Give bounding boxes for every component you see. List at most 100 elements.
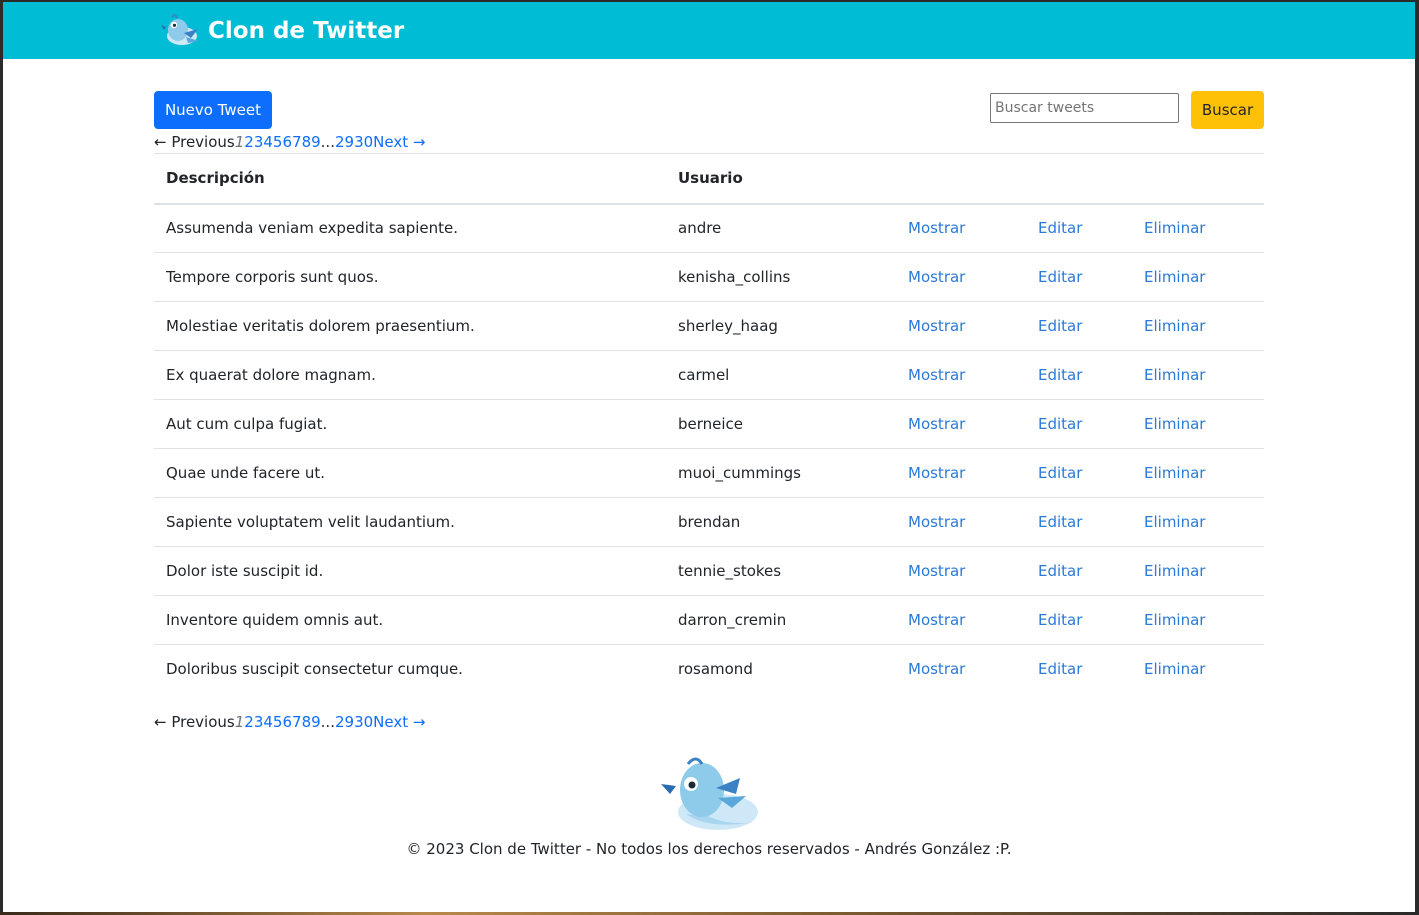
pagination-page-link[interactable]: 29 — [335, 133, 354, 151]
pagination-prev: ← Previous — [154, 713, 235, 731]
action-cell: Mostrar — [896, 350, 1026, 400]
delete-link[interactable]: Eliminar — [1144, 366, 1205, 384]
pagination-page-link[interactable]: 30 — [354, 133, 373, 151]
tweet-user-cell: brendan — [666, 497, 896, 547]
delete-link[interactable]: Eliminar — [1144, 268, 1205, 286]
action-cell: Mostrar — [896, 448, 1026, 498]
pagination-page-link[interactable]: 4 — [263, 713, 273, 731]
brand-link[interactable]: Clon de Twitter — [160, 12, 404, 50]
pagination-page-link[interactable]: 30 — [354, 713, 373, 731]
pagination-current-page: 1 — [234, 713, 245, 731]
pagination-page-link[interactable]: 3 — [254, 713, 264, 731]
action-cell: Mostrar — [896, 203, 1026, 253]
action-cell: Eliminar — [1132, 252, 1264, 302]
pagination-page-link[interactable]: 4 — [263, 133, 273, 151]
table-row: Dolor iste suscipit id. tennie_stokes Most… — [154, 546, 1264, 596]
show-link[interactable]: Mostrar — [908, 317, 965, 335]
edit-link[interactable]: Editar — [1038, 611, 1082, 629]
delete-link[interactable]: Eliminar — [1144, 513, 1205, 531]
action-cell: Eliminar — [1132, 595, 1264, 645]
delete-link[interactable]: Eliminar — [1144, 660, 1205, 678]
action-cell: Mostrar — [896, 301, 1026, 351]
action-cell: Editar — [1026, 399, 1132, 449]
action-cell: Editar — [1026, 350, 1132, 400]
pagination-next[interactable]: Next → — [373, 713, 425, 731]
tweet-description-cell: Tempore corporis sunt quos. — [154, 252, 666, 302]
action-cell: Editar — [1026, 301, 1132, 351]
pagination-page-link[interactable]: 7 — [292, 713, 302, 731]
delete-link[interactable]: Eliminar — [1144, 464, 1205, 482]
pagination-page-link[interactable]: 8 — [302, 133, 312, 151]
navbar: Clon de Twitter — [3, 2, 1415, 59]
action-cell: Editar — [1026, 252, 1132, 302]
pagination-current-page: 1 — [234, 133, 245, 151]
action-cell: Eliminar — [1132, 301, 1264, 351]
tweet-user-cell: carmel — [666, 350, 896, 400]
delete-link[interactable]: Eliminar — [1144, 562, 1205, 580]
action-cell: Eliminar — [1132, 350, 1264, 400]
tweet-user-cell: sherley_haag — [666, 301, 896, 351]
show-link[interactable]: Mostrar — [908, 464, 965, 482]
pagination-prev: ← Previous — [154, 133, 235, 151]
search-input[interactable] — [990, 93, 1179, 123]
pagination-page-link[interactable]: 2 — [244, 133, 254, 151]
show-link[interactable]: Mostrar — [908, 219, 965, 237]
column-header-user: Usuario — [666, 153, 896, 205]
action-cell: Editar — [1026, 645, 1132, 694]
edit-link[interactable]: Editar — [1038, 366, 1082, 384]
tweet-user-cell: darron_cremin — [666, 595, 896, 645]
action-cell: Editar — [1026, 546, 1132, 596]
brand-title: Clon de Twitter — [208, 18, 405, 44]
action-cell: Mostrar — [896, 645, 1026, 694]
table-row: Sapiente voluptatem velit laudantium. bre… — [154, 497, 1264, 547]
action-cell: Eliminar — [1132, 546, 1264, 596]
bird-logo-icon — [161, 14, 199, 45]
delete-link[interactable]: Eliminar — [1144, 611, 1205, 629]
show-link[interactable]: Mostrar — [908, 366, 965, 384]
delete-link[interactable]: Eliminar — [1144, 317, 1205, 335]
search-button[interactable]: Buscar — [1191, 91, 1264, 129]
edit-link[interactable]: Editar — [1038, 219, 1082, 237]
footer-copyright: © 2023 Clon de Twitter - No todos los de… — [406, 840, 1012, 858]
action-cell: Eliminar — [1132, 203, 1264, 253]
pagination-page-link[interactable]: 9 — [311, 713, 321, 731]
tweet-description-cell: Ex quaerat dolore magnam. — [154, 350, 666, 400]
table-row: Quae unde facere ut. muoi_cummings Mostrar… — [154, 448, 1264, 498]
pagination-page-link[interactable]: 2 — [244, 713, 254, 731]
show-link[interactable]: Mostrar — [908, 660, 965, 678]
edit-link[interactable]: Editar — [1038, 562, 1082, 580]
edit-link[interactable]: Editar — [1038, 464, 1082, 482]
pagination-page-link[interactable]: 6 — [282, 713, 292, 731]
tweet-description-cell: Aut cum culpa fugiat. — [154, 399, 666, 449]
pagination-page-link[interactable]: 5 — [273, 133, 283, 151]
tweet-user-cell: kenisha_collins — [666, 252, 896, 302]
show-link[interactable]: Mostrar — [908, 611, 965, 629]
pagination-page-link[interactable]: 8 — [302, 713, 312, 731]
action-cell: Editar — [1026, 448, 1132, 498]
edit-link[interactable]: Editar — [1038, 513, 1082, 531]
show-link[interactable]: Mostrar — [908, 513, 965, 531]
show-link[interactable]: Mostrar — [908, 415, 965, 433]
show-link[interactable]: Mostrar — [908, 268, 965, 286]
edit-link[interactable]: Editar — [1038, 415, 1082, 433]
pagination-page-link[interactable]: 5 — [273, 713, 283, 731]
tweet-user-cell: berneice — [666, 399, 896, 449]
table-row: Ex quaerat dolore magnam. carmel Mostrar Ed… — [154, 350, 1264, 400]
edit-link[interactable]: Editar — [1038, 660, 1082, 678]
pagination-next[interactable]: Next → — [373, 133, 425, 151]
delete-link[interactable]: Eliminar — [1144, 219, 1205, 237]
action-cell: Eliminar — [1132, 645, 1264, 694]
pagination-top: ← Previous 1 2 3 4 5 6 7 8 9 ... 29 30 N… — [154, 132, 425, 152]
tweet-description-cell: Quae unde facere ut. — [154, 448, 666, 498]
pagination-page-link[interactable]: 3 — [254, 133, 264, 151]
edit-link[interactable]: Editar — [1038, 317, 1082, 335]
pagination-page-link[interactable]: 6 — [282, 133, 292, 151]
pagination-page-link[interactable]: 9 — [311, 133, 321, 151]
delete-link[interactable]: Eliminar — [1144, 415, 1205, 433]
new-tweet-button[interactable]: Nuevo Tweet — [154, 91, 272, 129]
action-cell: Mostrar — [896, 399, 1026, 449]
pagination-page-link[interactable]: 7 — [292, 133, 302, 151]
edit-link[interactable]: Editar — [1038, 268, 1082, 286]
pagination-page-link[interactable]: 29 — [335, 713, 354, 731]
show-link[interactable]: Mostrar — [908, 562, 965, 580]
